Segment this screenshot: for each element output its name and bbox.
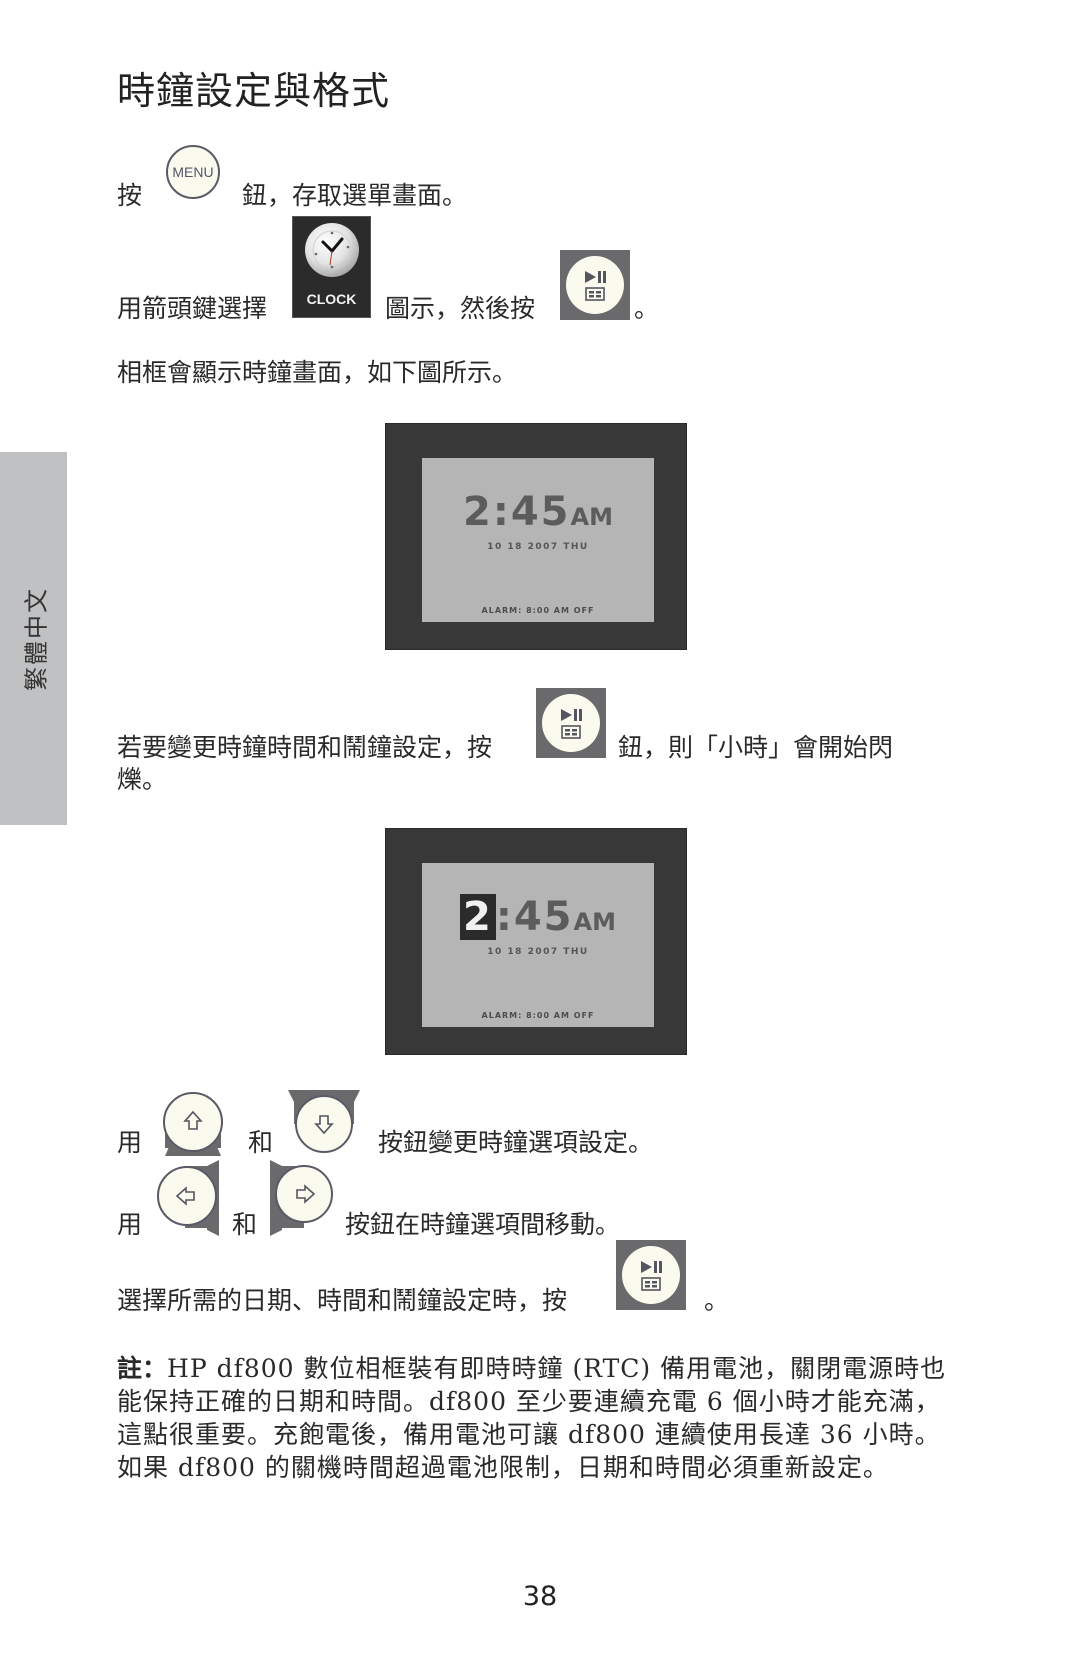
play-pause-glyph [561,708,582,721]
arrow-up-icon [163,1092,223,1156]
step1-text-after: 鈕，存取選單畫面。 [242,181,468,210]
clock-time-1: 2:45AM [422,492,654,532]
clock-icon-label: CLOCK [306,291,357,307]
step5-text-middle: 和 [248,1128,274,1157]
play-pause-select-icon [560,250,630,320]
note-label: 註： [117,1354,168,1383]
language-side-tab: 繁體中文 [0,452,67,825]
note-text: HP df800 數位相框裝有即時時鐘 (RTC) 備用電池，關閉電源時也能保持… [117,1354,947,1482]
step5-text-before: 用 [117,1128,143,1157]
menu-button-icon: MENU [166,145,220,199]
clock-ampm-2: AM [573,908,616,936]
note-block: 註：HP df800 數位相框裝有即時時鐘 (RTC) 備用電池，關閉電源時也能… [117,1352,947,1484]
play-pause-select-icon [616,1240,686,1310]
grid-glyph [585,286,605,301]
clock-alarm-2: ALARM: 8:00 AM OFF [481,1011,595,1020]
clock-ampm-1: AM [570,503,613,531]
step6-text-middle: 和 [232,1210,258,1239]
clock-minutes-2: 45 [513,894,574,940]
clock-date-2: 10 18 2007 THU [487,947,589,957]
clock-alarm-1: ALARM: 8:00 AM OFF [481,606,595,615]
clock-screen-frame-2: 2:45AM 10 18 2007 THU ALARM: 8:00 AM OFF [385,828,687,1055]
step2-text-middle: 圖示，然後按 [385,294,536,323]
step2-text-before: 用箭頭鍵選擇 [117,294,268,323]
step5-text-after: 按鈕變更時鐘選項設定。 [378,1128,654,1157]
arrow-right-icon [270,1160,333,1236]
clock-time-2: 2:45AM [422,894,654,940]
step2-text-after: 。 [634,294,660,323]
play-pause-select-icon [536,688,606,758]
clock-screen-1: 2:45AM 10 18 2007 THU ALARM: 8:00 AM OFF [422,458,654,622]
play-pause-glyph [585,270,606,283]
clock-screen-frame-1: 2:45AM 10 18 2007 THU ALARM: 8:00 AM OFF [385,423,687,650]
clock-minutes-1: 45 [510,489,571,535]
step4-text-after: 鈕，則「小時」會開始閃 [618,733,894,762]
clock-separator-1: : [492,489,511,535]
step6-text-before: 用 [117,1210,143,1239]
clock-date-1: 10 18 2007 THU [487,542,589,552]
step7-text-before: 選擇所需的日期、時間和鬧鐘設定時，按 [117,1286,568,1315]
clock-separator-2: : [495,894,514,940]
arrow-left-icon [157,1160,219,1236]
arrow-down-icon [288,1090,360,1153]
clock-icon: CLOCK [292,216,371,318]
clock-face [305,223,359,277]
language-label: 繁體中文 [22,586,50,691]
grid-glyph [641,1276,661,1291]
step6-text-after: 按鈕在時鐘選項間移動。 [345,1210,621,1239]
play-pause-glyph [641,1260,662,1273]
step3-text: 相框會顯示時鐘畫面，如下圖所示。 [117,358,518,387]
step4-text-continuation: 爍。 [117,765,168,794]
step7-text-after: 。 [704,1286,730,1315]
grid-glyph [561,724,581,739]
clock-hands [312,230,352,270]
clock-hour-1: 2 [463,489,493,535]
clock-hour-2-highlighted: 2 [460,894,496,940]
page-title: 時鐘設定與格式 [117,69,391,113]
step4-text-before: 若要變更時鐘時間和鬧鐘設定，按 [117,733,493,762]
page-number: 38 [522,1581,558,1612]
step1-text-before: 按 [117,181,143,210]
menu-button-label: MENU [172,164,214,180]
clock-screen-2: 2:45AM 10 18 2007 THU ALARM: 8:00 AM OFF [422,863,654,1027]
